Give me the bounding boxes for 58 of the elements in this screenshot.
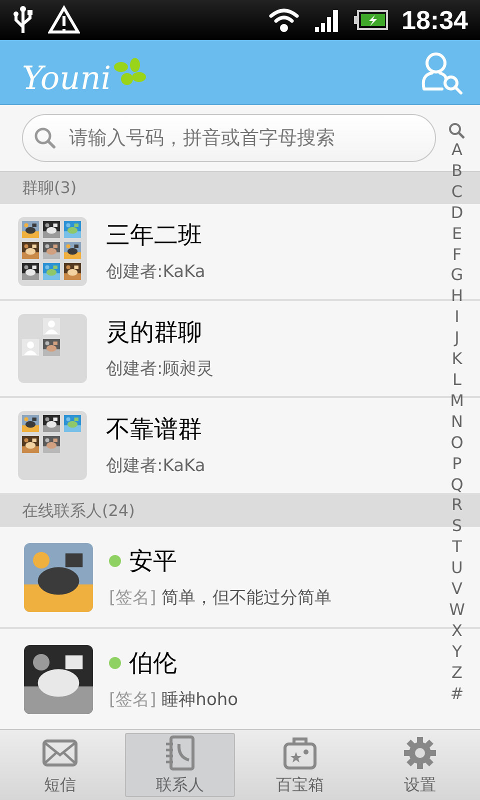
index-letter[interactable]: V [452, 579, 462, 600]
index-letter[interactable]: G [450, 265, 464, 286]
group-creator: 创建者:KaKa [106, 455, 206, 477]
index-letter[interactable]: U [451, 558, 463, 580]
person-placeholder-icon [22, 339, 39, 356]
usb-icon [12, 5, 34, 35]
index-letter[interactable]: R [451, 495, 463, 516]
index-letter[interactable]: A [452, 140, 462, 161]
search-field[interactable]: 请输入号码，拼音或首字母搜索 [22, 114, 436, 162]
index-letter[interactable]: Z [452, 662, 462, 684]
section-header: 群聊(3) [22, 180, 77, 196]
contact-signature: [签名] 简单，但不能过分简单 [109, 586, 332, 608]
index-letter[interactable]: B [452, 160, 462, 182]
index-letter[interactable]: D [450, 202, 464, 224]
section-header: 在线联系人(24) [22, 503, 135, 519]
index-letter[interactable]: I [454, 307, 460, 328]
group-name: 灵的群聊 [106, 317, 203, 347]
index-letter[interactable]: H [450, 286, 464, 308]
tab[interactable]: 设置 [365, 733, 475, 797]
index-letter[interactable]: Q [450, 474, 464, 496]
index-letter[interactable]: C [451, 182, 463, 203]
group-creator: 创建者:顾昶灵 [106, 358, 214, 380]
index-letter[interactable]: J [454, 328, 460, 350]
tab[interactable]: 联系人 [125, 733, 235, 797]
index-letter[interactable]: X [452, 620, 462, 642]
warning-icon [48, 5, 80, 35]
tab[interactable]: 短信 [5, 733, 115, 797]
contact-name: 伯伦 [129, 648, 177, 678]
wifi-icon [268, 6, 300, 34]
index-letter[interactable]: Y [452, 642, 462, 663]
index-letter[interactable]: T [452, 537, 462, 558]
app-logo: Youni [22, 58, 112, 97]
contact-signature: [签名] 睡神hoho [109, 688, 238, 710]
settings-icon [402, 734, 438, 770]
index-letter[interactable]: O [450, 432, 464, 454]
battery-icon [354, 10, 388, 30]
search-icon[interactable] [448, 122, 466, 140]
search-icon [34, 127, 56, 149]
index-letter[interactable]: W [449, 600, 465, 621]
index-letter[interactable]: L [452, 370, 462, 391]
contact-name: 安平 [129, 546, 177, 576]
index-letter[interactable]: M [450, 390, 464, 412]
group-creator: 创建者:KaKa [106, 261, 206, 283]
toolbox-icon [282, 734, 318, 770]
index-letter[interactable]: N [451, 412, 463, 433]
tab[interactable]: 百宝箱 [245, 733, 355, 797]
status-time: 18:34 [402, 4, 468, 36]
group-name: 不靠谱群 [106, 414, 203, 444]
index-letter[interactable]: P [452, 454, 462, 474]
group-name: 三年二班 [106, 220, 203, 250]
signal-icon [314, 7, 340, 33]
person-placeholder-icon [43, 318, 60, 335]
index-letter[interactable]: K [452, 349, 462, 370]
leaf-icon [111, 57, 148, 87]
index-letter[interactable]: F [452, 244, 462, 266]
index-letter[interactable]: S [452, 516, 462, 538]
index-letter[interactable]: # [450, 684, 464, 704]
index-letter[interactable]: E [452, 224, 462, 245]
